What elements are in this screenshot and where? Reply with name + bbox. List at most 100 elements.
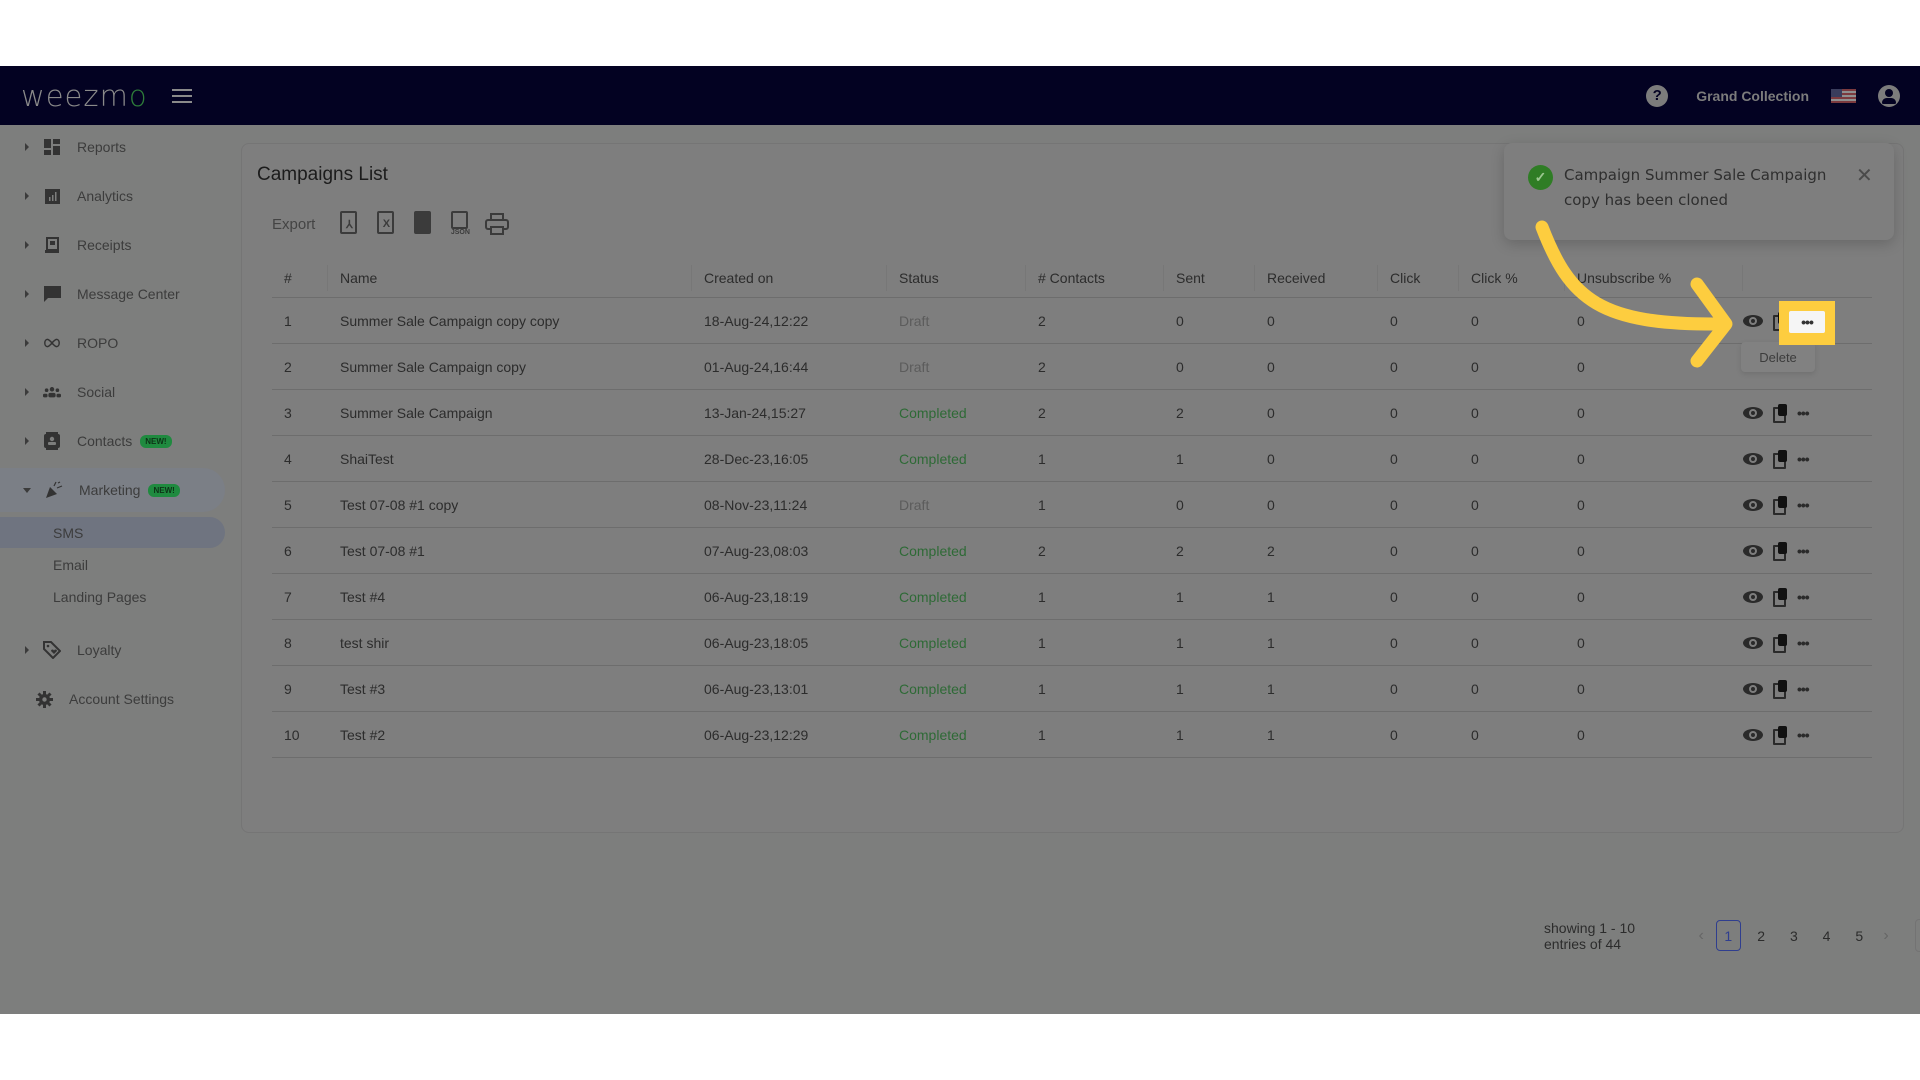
table-row[interactable]: 4 ShaiTest 28-Dec-23,16:05 Completed 1 1 0 0 0 0 •…	[272, 436, 1872, 482]
campaign-name[interactable]: Test #3	[328, 681, 692, 697]
table-row[interactable]: 8 test shir 06-Aug-23,18:05 Completed 1 1 1 0 0 0…	[272, 620, 1872, 666]
table-row[interactable]: 9 Test #3 06-Aug-23,13:01 Completed 1 1 1 0 0 0 ••…	[272, 666, 1872, 712]
pagination-prev-button[interactable]: ‹	[1691, 927, 1712, 945]
pagination-page-4[interactable]: 4	[1814, 920, 1839, 951]
help-icon[interactable]: ?	[1646, 84, 1669, 107]
sidebar-subitem-email[interactable]: Email	[0, 549, 225, 580]
campaign-name[interactable]: Test #2	[328, 727, 692, 743]
clone-copy-icon[interactable]	[1773, 634, 1787, 653]
campaign-name[interactable]: Test 07-08 #1 copy	[328, 497, 692, 513]
export-excel-icon[interactable]: X	[375, 210, 397, 238]
table-row[interactable]: 1 Summer Sale Campaign copy copy 18-Aug-24…	[272, 298, 1872, 344]
sidebar-item-contacts[interactable]: Contacts NEW!	[0, 419, 225, 463]
clone-copy-icon[interactable]	[1773, 680, 1787, 699]
organization-name[interactable]: Grand Collection	[1696, 88, 1809, 104]
sidebar-item-marketing[interactable]: Marketing NEW!	[0, 468, 225, 512]
sidebar-item-ropo[interactable]: ROPO	[0, 321, 225, 365]
row-index: 2	[284, 358, 292, 375]
user-account-icon[interactable]	[1878, 84, 1900, 107]
pagination-page-5[interactable]: 5	[1847, 920, 1872, 951]
more-actions-button-highlighted[interactable]: •••	[1789, 311, 1825, 333]
sidebar-item-analytics[interactable]: Analytics	[0, 174, 225, 218]
campaign-name[interactable]: test shir	[328, 635, 692, 651]
pagination-page-1[interactable]: 1	[1715, 920, 1741, 951]
view-eye-icon[interactable]	[1743, 682, 1763, 695]
more-actions-icon[interactable]: •••	[1797, 590, 1810, 604]
campaign-name[interactable]: Summer Sale Campaign	[328, 405, 692, 421]
more-actions-icon[interactable]: •••	[1797, 406, 1810, 420]
sidebar-item-account-settings[interactable]: Account Settings	[0, 677, 225, 721]
status: Completed	[899, 588, 967, 605]
weezmo-logo[interactable]: weezmo	[21, 79, 148, 113]
table-row[interactable]: 10 Test #2 06-Aug-23,12:29 Completed 1 1 1 0 0 0 •…	[272, 712, 1872, 758]
campaign-name[interactable]: Summer Sale Campaign copy copy	[328, 313, 692, 329]
clone-copy-icon[interactable]	[1773, 404, 1787, 423]
campaign-name[interactable]: ShaiTest	[328, 451, 692, 467]
sidebar-item-label: Loyalty	[77, 642, 122, 658]
received-count: 1	[1267, 588, 1275, 605]
view-eye-icon[interactable]	[1743, 498, 1763, 511]
page-size-select[interactable]: 10 / page ﹀	[1914, 919, 1920, 952]
export-pdf-icon[interactable]: ⅄	[338, 210, 360, 238]
table-row[interactable]: 2 Summer Sale Campaign copy 01-Aug-24,16:4…	[272, 344, 1872, 390]
unsubscribe-pct: 0	[1577, 450, 1585, 467]
unsubscribe-pct: 0	[1577, 312, 1585, 329]
sidebar-item-receipts[interactable]: Receipts	[0, 223, 225, 267]
view-eye-icon[interactable]	[1743, 544, 1763, 557]
table-row[interactable]: 7 Test #4 06-Aug-23,18:19 Completed 1 1 1 0 0 0 ••…	[272, 574, 1872, 620]
campaign-name[interactable]: Test 07-08 #1	[328, 543, 692, 559]
more-actions-icon[interactable]: •••	[1797, 682, 1810, 696]
table-row[interactable]: 3 Summer Sale Campaign 13-Jan-24,15:27 Comp…	[272, 390, 1872, 436]
sidebar-item-loyalty[interactable]: Loyalty	[0, 628, 225, 672]
clone-copy-icon[interactable]	[1773, 726, 1787, 745]
click-pct: 0	[1471, 588, 1479, 605]
sidebar-item-message-center[interactable]: Message Center	[0, 272, 225, 316]
export-csv-icon[interactable]	[412, 210, 434, 238]
column-header-received[interactable]: Received	[1255, 264, 1378, 291]
column-header-sent[interactable]: Sent	[1164, 264, 1255, 291]
view-eye-icon[interactable]	[1743, 452, 1763, 465]
pagination-page-2[interactable]: 2	[1749, 920, 1774, 951]
sent-count: 1	[1176, 634, 1184, 651]
clone-copy-icon[interactable]	[1773, 542, 1787, 561]
sidebar-item-reports[interactable]: Reports	[0, 125, 225, 169]
column-header-click[interactable]: Click	[1378, 264, 1459, 291]
column-header-created-on[interactable]: Created on	[692, 264, 887, 291]
more-actions-icon[interactable]: •••	[1797, 728, 1810, 742]
column-header-click-pct[interactable]: Click %	[1459, 264, 1565, 291]
clone-copy-icon[interactable]	[1773, 496, 1787, 515]
more-actions-icon[interactable]: •••	[1797, 498, 1810, 512]
clone-copy-icon[interactable]	[1773, 588, 1787, 607]
column-header-index[interactable]: #	[272, 264, 328, 291]
view-eye-icon[interactable]	[1743, 590, 1763, 603]
received-count: 0	[1267, 358, 1275, 375]
us-flag-icon[interactable]	[1831, 88, 1856, 103]
column-header-unsubscribe-pct[interactable]: Unsubscribe %	[1565, 264, 1743, 291]
view-eye-icon[interactable]	[1743, 636, 1763, 649]
more-actions-icon[interactable]: •••	[1797, 452, 1810, 466]
more-actions-icon[interactable]: •••	[1797, 636, 1810, 650]
column-header-contacts[interactable]: # Contacts	[1026, 264, 1164, 291]
table-row[interactable]: 5 Test 07-08 #1 copy 08-Nov-23,11:24 Draft 1…	[272, 482, 1872, 528]
click-count: 0	[1390, 634, 1398, 651]
export-json-icon[interactable]: JSON	[449, 210, 471, 238]
view-eye-icon[interactable]	[1743, 314, 1763, 327]
pagination-next-button[interactable]: ›	[1876, 927, 1897, 945]
more-actions-icon[interactable]: •••	[1797, 544, 1810, 558]
view-eye-icon[interactable]	[1743, 728, 1763, 741]
view-eye-icon[interactable]	[1743, 406, 1763, 419]
campaign-name[interactable]: Summer Sale Campaign copy	[328, 359, 692, 375]
table-row[interactable]: 6 Test 07-08 #1 07-Aug-23,08:03 Completed 2 2…	[272, 528, 1872, 574]
column-header-status[interactable]: Status	[887, 264, 1026, 291]
sidebar-subitem-sms[interactable]: SMS	[0, 517, 225, 548]
sidebar-subitem-landing-pages[interactable]: Landing Pages	[0, 581, 225, 612]
hamburger-menu-icon[interactable]	[171, 88, 192, 103]
logo-text: weezm	[21, 78, 129, 113]
sidebar-item-social[interactable]: Social	[0, 370, 225, 414]
close-icon[interactable]: ✕	[1856, 163, 1873, 188]
column-header-name[interactable]: Name	[328, 264, 692, 291]
print-icon[interactable]	[485, 213, 510, 235]
campaign-name[interactable]: Test #4	[328, 589, 692, 605]
pagination-page-3[interactable]: 3	[1782, 920, 1807, 951]
clone-copy-icon[interactable]	[1773, 450, 1787, 469]
